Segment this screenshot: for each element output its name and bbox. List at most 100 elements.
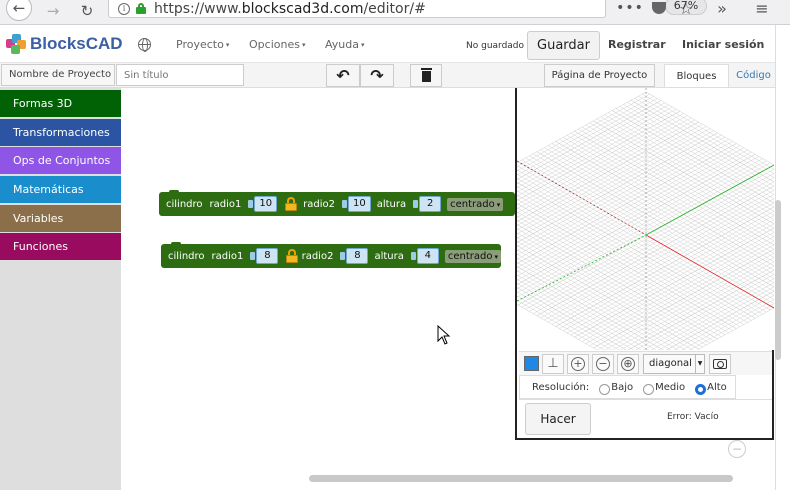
- tab-code[interactable]: Código: [732, 64, 775, 87]
- zoom-out-icon: −: [596, 356, 610, 371]
- reload-icon[interactable]: ↻: [74, 0, 100, 22]
- zoom-out-icon[interactable]: −: [728, 440, 746, 458]
- radio1-field[interactable]: 8: [250, 248, 279, 264]
- resolution-radio-medio[interactable]: Medio: [643, 379, 685, 395]
- screenshot-button[interactable]: [709, 353, 731, 374]
- block-type-label: cilindro: [166, 198, 203, 210]
- zoom-in-button[interactable]: +: [567, 353, 589, 374]
- mode-dropdown[interactable]: centrado ▾: [447, 197, 504, 211]
- radio2-label: radio2: [301, 250, 334, 262]
- altura-value[interactable]: 4: [416, 248, 439, 264]
- url-path: /editor/#: [363, 0, 426, 17]
- project-toolbar: Nombre de Proyecto ↶ ↷ Página de Proyect…: [0, 63, 775, 88]
- radio2-value[interactable]: 10: [347, 196, 371, 212]
- language-globe-icon[interactable]: [138, 38, 151, 52]
- altura-value[interactable]: 2: [419, 196, 442, 212]
- tab-blocks[interactable]: Bloques: [664, 64, 729, 87]
- resolution-option-label: Alto: [707, 381, 727, 393]
- grid-line: [517, 98, 658, 176]
- app-header: BlocksCAD Proyecto ▾ Opciones ▾ Ayuda ▾ No …: [0, 25, 775, 63]
- category-transformaciones[interactable]: Transformaciones: [0, 119, 121, 146]
- menu-opciones[interactable]: Opciones ▾: [249, 38, 305, 51]
- radio1-label: radio1: [209, 198, 242, 210]
- browser-toolbar: ← → ↻ i https://www.blockscad3d.com/edit…: [0, 0, 790, 25]
- radio1-field[interactable]: 10: [248, 196, 278, 212]
- caret-down-icon: ▾: [360, 41, 365, 49]
- radio2-field[interactable]: 8: [340, 248, 369, 264]
- project-page-button[interactable]: Página de Proyecto: [544, 64, 655, 87]
- category-formas-3d[interactable]: Formas 3D: [0, 90, 121, 117]
- back-button[interactable]: ←: [6, 0, 32, 21]
- mouse-cursor-icon: [437, 325, 451, 345]
- register-link[interactable]: Registrar: [608, 38, 666, 51]
- axes-toggle-button[interactable]: ⊥: [542, 353, 564, 374]
- resolution-label: Resolución:: [532, 381, 590, 393]
- menu-proyecto[interactable]: Proyecto ▾: [176, 38, 229, 51]
- mode-value: centrado: [450, 198, 495, 210]
- menu-ayuda[interactable]: Ayuda ▾: [325, 38, 365, 51]
- view-select[interactable]: diagonal ▼: [643, 353, 705, 374]
- x-axis-line-positive: [645, 234, 774, 309]
- login-link[interactable]: Iniciar sesión: [682, 38, 764, 51]
- vertical-scrollbar[interactable]: [775, 200, 781, 360]
- pocket-icon[interactable]: [649, 0, 669, 16]
- resolution-radio-bajo[interactable]: Bajo: [599, 379, 633, 395]
- render-error-text: Error: Vacío: [667, 412, 719, 422]
- mode-dropdown[interactable]: centrado ▾: [444, 249, 501, 263]
- 3d-render-canvas[interactable]: [517, 88, 774, 350]
- info-icon[interactable]: i: [118, 2, 130, 15]
- color-swatch[interactable]: [524, 356, 539, 371]
- app-logo[interactable]: BlocksCAD: [6, 34, 123, 54]
- altura-label: altura: [376, 198, 407, 210]
- grid-line: [642, 93, 774, 170]
- category-funciones[interactable]: Funciones: [0, 233, 121, 260]
- radio2-field[interactable]: 10: [341, 196, 371, 212]
- forward-button[interactable]: →: [40, 0, 66, 22]
- hamburger-menu-icon[interactable]: ≡: [752, 0, 772, 18]
- category-variables[interactable]: Variables: [0, 205, 121, 232]
- url-bar[interactable]: i https://www.blockscad3d.com/editor/# 6…: [108, 0, 707, 18]
- caret-down-icon: ▼: [695, 354, 704, 373]
- zoom-out-button[interactable]: −: [592, 353, 614, 374]
- radio-dot[interactable]: [643, 384, 655, 395]
- grid-line: [635, 274, 774, 350]
- cylinder-block[interactable]: cilindro radio1 8 radio2 8 altura 4 cent…: [161, 242, 501, 268]
- more-actions-icon[interactable]: •••: [616, 0, 643, 16]
- lock-icon: [136, 3, 146, 14]
- reset-view-button[interactable]: ⊕: [617, 353, 639, 374]
- category-ops-de-conjuntos[interactable]: Ops de Conjuntos: [0, 147, 121, 174]
- category-matematicas[interactable]: Matemáticas: [0, 176, 121, 203]
- logo-text: BlocksCAD: [30, 34, 123, 53]
- project-name-label: Nombre de Proyecto: [1, 64, 115, 86]
- 3d-viewer-panel: ⊥ + − ⊕ diagonal ▼ Resolución: Bajo Medio…: [515, 88, 774, 440]
- url-host: blockscad3d.com: [241, 0, 364, 17]
- redo-button[interactable]: ↷: [360, 64, 394, 87]
- radio1-value[interactable]: 8: [256, 248, 279, 264]
- save-button[interactable]: Guardar: [527, 31, 600, 60]
- radio-dot[interactable]: [599, 384, 611, 395]
- radio1-value[interactable]: 10: [254, 196, 278, 212]
- url-text: https://www.blockscad3d.com/editor/#: [154, 1, 426, 17]
- render-button[interactable]: Hacer: [525, 403, 591, 435]
- horizontal-scrollbar[interactable]: [309, 475, 733, 482]
- save-status: No guardado: [466, 41, 525, 51]
- project-name-input[interactable]: [116, 64, 244, 86]
- resolution-radio-alto[interactable]: Alto: [695, 379, 727, 395]
- menu-opciones-label: Opciones: [249, 38, 300, 51]
- 3d-grid: [517, 88, 774, 350]
- altura-field[interactable]: 4: [410, 248, 439, 264]
- mode-value: centrado: [447, 250, 493, 262]
- cylinder-block[interactable]: cilindro radio1 10 radio2 10 altura 2 ce…: [159, 190, 515, 216]
- undo-button[interactable]: ↶: [326, 64, 360, 87]
- bookmark-star-icon[interactable]: ☆: [676, 0, 696, 18]
- padlock-icon[interactable]: [285, 197, 298, 211]
- radio-dot-selected[interactable]: [695, 384, 707, 395]
- padlock-icon[interactable]: [286, 249, 299, 263]
- altura-field[interactable]: 2: [413, 196, 442, 212]
- grid-line: [521, 159, 774, 305]
- overflow-chevron-icon[interactable]: »: [712, 0, 732, 18]
- radio2-value[interactable]: 8: [346, 248, 369, 264]
- render-row: Hacer Error: Vacío: [519, 399, 772, 437]
- grid-line: [517, 169, 767, 313]
- delete-button[interactable]: [410, 64, 442, 87]
